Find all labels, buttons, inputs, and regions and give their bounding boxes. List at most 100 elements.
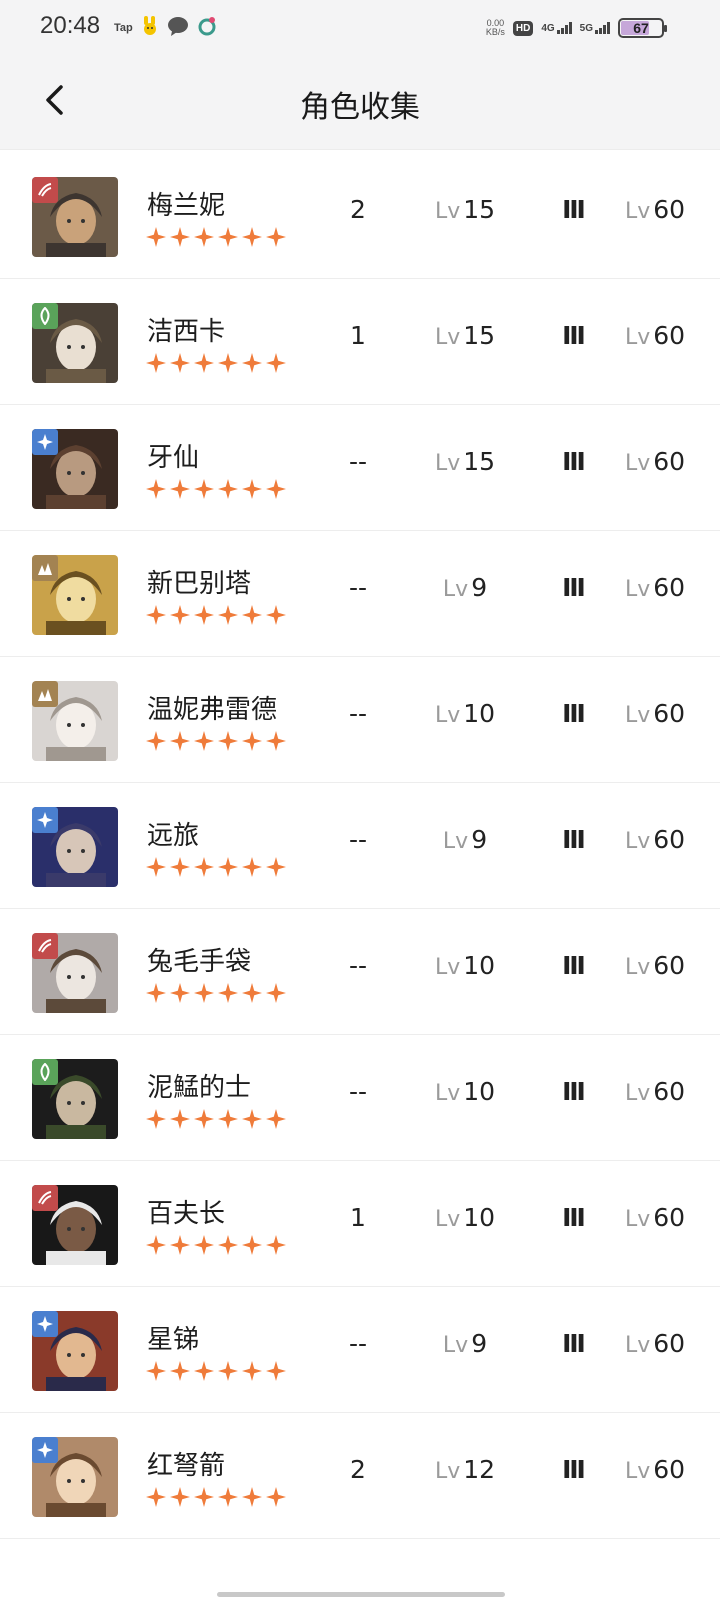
current-level: Lv 10 — [434, 1077, 496, 1106]
element-red-icon — [32, 1185, 58, 1211]
star-icon — [170, 1487, 190, 1507]
star-rating — [146, 227, 286, 247]
star-icon — [266, 983, 286, 1003]
character-name: 星锑 — [147, 1325, 200, 1355]
star-icon — [218, 1487, 238, 1507]
star-rating — [146, 1361, 286, 1381]
character-name: 梅兰妮 — [147, 191, 226, 221]
rank-value: Ⅲ — [562, 573, 586, 602]
signal-5g-icon: 5G — [580, 22, 610, 34]
star-icon — [242, 1361, 262, 1381]
insight-value: -- — [348, 699, 368, 728]
star-icon — [194, 731, 214, 751]
net-speed: 0.00 KB/s — [485, 18, 505, 37]
star-icon — [146, 1235, 166, 1255]
character-list: 梅兰妮 2 Lv 15 Ⅲ Lv 60 洁西卡 1 Lv 15 Ⅲ Lv 60 牙仙 -- Lv 15 Ⅲ Lv 60 新… — [0, 153, 720, 1539]
star-icon — [218, 983, 238, 1003]
star-icon — [266, 857, 286, 877]
character-name: 温妮弗雷德 — [147, 695, 278, 725]
current-level: Lv 15 — [434, 447, 496, 476]
star-icon — [146, 1487, 166, 1507]
star-icon — [266, 479, 286, 499]
star-icon — [170, 1109, 190, 1129]
character-portrait — [32, 555, 118, 635]
current-level: Lv 10 — [434, 951, 496, 980]
character-row[interactable]: 梅兰妮 2 Lv 15 Ⅲ Lv 60 — [0, 153, 720, 279]
element-blue-icon — [32, 429, 58, 455]
character-row[interactable]: 百夫长 1 Lv 10 Ⅲ Lv 60 — [0, 1161, 720, 1287]
star-icon — [194, 1109, 214, 1129]
character-row[interactable]: 洁西卡 1 Lv 15 Ⅲ Lv 60 — [0, 279, 720, 405]
star-icon — [218, 605, 238, 625]
current-level: Lv 12 — [434, 1455, 496, 1484]
insight-value: 1 — [350, 321, 366, 350]
element-red-icon — [32, 177, 58, 203]
star-icon — [146, 227, 166, 247]
rank-value: Ⅲ — [562, 1203, 586, 1232]
star-icon — [266, 1361, 286, 1381]
star-icon — [242, 857, 262, 877]
message-icon — [167, 16, 189, 40]
character-row[interactable]: 红弩箭 2 Lv 12 Ⅲ Lv 60 — [0, 1413, 720, 1539]
notification-icons: Tap — [114, 16, 217, 40]
hd-icon: HD — [512, 20, 534, 36]
star-icon — [170, 605, 190, 625]
rank-value: Ⅲ — [562, 447, 586, 476]
star-icon — [218, 857, 238, 877]
star-icon — [242, 731, 262, 751]
max-level: Lv 60 — [624, 195, 686, 224]
character-name: 洁西卡 — [147, 317, 226, 347]
home-indicator[interactable] — [217, 1592, 505, 1597]
star-icon — [242, 227, 262, 247]
character-row[interactable]: 新巴别塔 -- Lv 9 Ⅲ Lv 60 — [0, 531, 720, 657]
star-icon — [218, 1109, 238, 1129]
character-row[interactable]: 星锑 -- Lv 9 Ⅲ Lv 60 — [0, 1287, 720, 1413]
character-row[interactable]: 温妮弗雷德 -- Lv 10 Ⅲ Lv 60 — [0, 657, 720, 783]
character-portrait — [32, 303, 118, 383]
star-icon — [146, 1109, 166, 1129]
current-level: Lv 9 — [442, 1329, 488, 1358]
star-rating — [146, 731, 286, 751]
star-icon — [242, 1109, 262, 1129]
star-icon — [194, 1235, 214, 1255]
star-icon — [170, 857, 190, 877]
current-level: Lv 10 — [434, 699, 496, 728]
star-icon — [146, 857, 166, 877]
character-portrait — [32, 1185, 118, 1265]
status-time: 20:48 — [40, 12, 101, 39]
max-level: Lv 60 — [624, 1329, 686, 1358]
star-icon — [242, 479, 262, 499]
max-level: Lv 60 — [624, 447, 686, 476]
star-icon — [266, 731, 286, 751]
rank-value: Ⅲ — [562, 699, 586, 728]
star-icon — [194, 479, 214, 499]
character-name: 新巴别塔 — [147, 569, 252, 599]
star-icon — [266, 1235, 286, 1255]
character-portrait — [32, 807, 118, 887]
element-brown-icon — [32, 681, 58, 707]
star-icon — [170, 227, 190, 247]
rank-value: Ⅲ — [562, 1077, 586, 1106]
rank-value: Ⅲ — [562, 321, 586, 350]
character-row[interactable]: 牙仙 -- Lv 15 Ⅲ Lv 60 — [0, 405, 720, 531]
rank-value: Ⅲ — [562, 195, 586, 224]
element-red-icon — [32, 933, 58, 959]
app-header: 角色收集 — [0, 56, 720, 150]
insight-value: 1 — [350, 1203, 366, 1232]
character-row[interactable]: 兔毛手袋 -- Lv 10 Ⅲ Lv 60 — [0, 909, 720, 1035]
star-icon — [146, 1361, 166, 1381]
character-portrait — [32, 1437, 118, 1517]
star-icon — [146, 353, 166, 373]
star-icon — [218, 1361, 238, 1381]
character-row[interactable]: 远旅 -- Lv 9 Ⅲ Lv 60 — [0, 783, 720, 909]
insight-value: -- — [348, 447, 368, 476]
character-row[interactable]: 泥鯭的士 -- Lv 10 Ⅲ Lv 60 — [0, 1035, 720, 1161]
character-name: 红弩箭 — [147, 1451, 226, 1481]
bunny-app-icon — [141, 16, 159, 40]
star-icon — [242, 1487, 262, 1507]
system-status: 0.00 KB/s HD 4G 5G 67 — [485, 14, 667, 42]
star-icon — [146, 731, 166, 751]
character-portrait — [32, 1311, 118, 1391]
rank-value: Ⅲ — [562, 1329, 586, 1358]
star-icon — [194, 983, 214, 1003]
